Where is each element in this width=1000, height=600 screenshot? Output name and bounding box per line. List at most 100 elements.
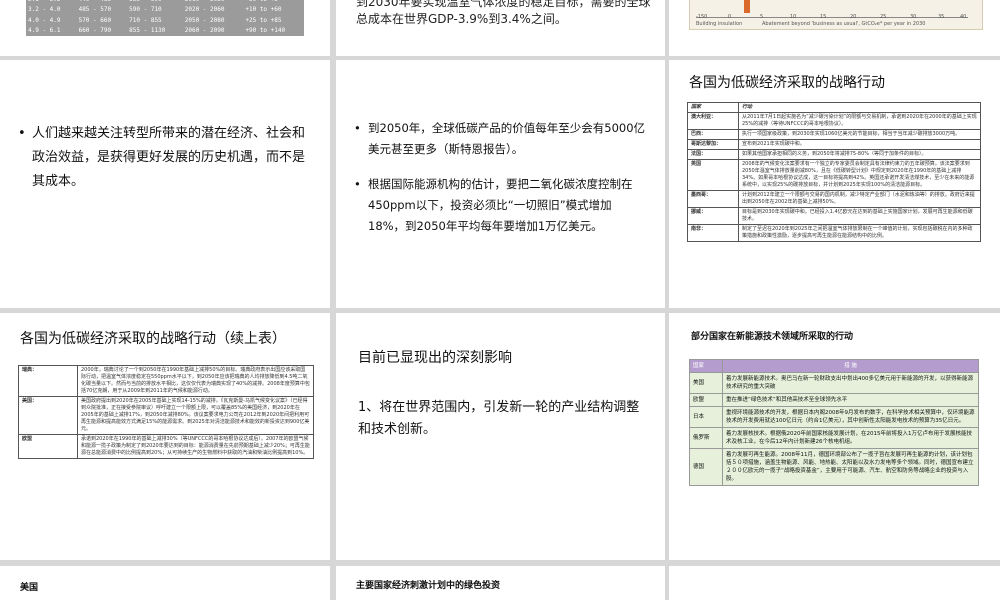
tick-label: 5 [760, 14, 764, 20]
slide-title: 目前已显现出的深刻影响 [358, 350, 512, 366]
tick-label: -150 [696, 14, 708, 20]
table-row: 巴西： 执行一项国家级政策，到2030年实现1060亿美元的节能目标，相当于当年减… [687, 129, 981, 140]
tick-label: 35 [938, 14, 945, 20]
table-row: 挪威： 目标是到2030年实现碳中和。已经投入1.4亿欧元在达到的基础上实施国家计… [687, 207, 981, 225]
country-cell: 哥斯达黎加： [687, 139, 739, 150]
country-cell: 南非： [687, 224, 739, 242]
action-cell: 2000年，瑞典讨论了一个到2050年在1990年基础上减排50%的目标。瑞典政… [77, 365, 314, 397]
measure-cell: 着力发展可再生能源。2008年11月，德国环境部公布了一揽子旨在发展可再生能源的… [722, 448, 979, 486]
table-cell: 2060 - 2090 [184, 27, 225, 35]
header-country: 国家 [687, 102, 739, 113]
country-cell: 美国 [689, 372, 723, 394]
bar-label: Building insulation [696, 21, 743, 27]
measure-cell: 着力发展新能源技术。奥巴马在新一轮财政支出中划出400多亿美元用于新能源的开发，… [722, 372, 979, 394]
slide-title: 部分国家在新能源技术领域所采取的行动 [691, 332, 854, 342]
table-cell: 710 - 855 [129, 16, 162, 24]
country-cell: 墨西哥： [687, 190, 739, 208]
table-cell: +90 to +140 [245, 27, 286, 35]
measure-cell: 重视环境能源技术的开发，根据日本内阁2008年9月发布的数字，在科学技术相关预算… [722, 406, 979, 428]
action-cell: 宣布到2021年实现碳中和。 [738, 139, 981, 150]
header-country: 国家 [689, 359, 723, 373]
emissions-scenario-table: 2.8 - 3.2440 - 485535 - 5902010 - 2030-3… [26, 0, 304, 36]
action-cell: 如果其他国家承担相同的义务，到2050年将减排75-80%（等同于加条件的目标）… [738, 149, 981, 160]
country-cell: 巴西： [687, 129, 739, 140]
tick-label: 25 [880, 14, 887, 20]
table-row: 英国 2008年的气候变化法案要求有一个独立的专家委员会制定具有法律约束力的五年碳… [687, 159, 981, 191]
chart-bar [744, 0, 750, 13]
table-row: 美国： 美国政府提出到2020年在2005年基础上实现14-15%的减排。《瓦克斯… [18, 396, 314, 435]
bullet-list: • 到2050年，全球低碳产品的价值每年至少会有5000亿美元甚至更多（斯特恩报告… [354, 118, 646, 251]
table-row: 欧盟 重在推进“绿色技术”和其他高技术至全球领先水平 [689, 393, 979, 407]
slide-thumbnail-9[interactable]: 部分国家在新能源技术领域所采取的行动 国家 措 施 美国 着力发展新能源技术。奥巴… [669, 313, 1000, 560]
slide-thumbnail-11[interactable]: 主要国家经济刺激计划中的绿色投资 [336, 566, 665, 600]
table-cell: 855 - 1130 [129, 27, 166, 35]
tick-label: 10 [790, 14, 797, 20]
bullet-item: • 根据国际能源机构的估计，要把二氧化碳浓度控制在450ppm以下，投资必须比“一… [354, 177, 633, 233]
measure-cell: 着力发展核技术。根据俄2020年前国家核能发展计划，在2015年前将投入1万亿卢… [722, 427, 979, 449]
country-cell: 英国 [687, 159, 739, 191]
table-row: 法国： 如果其他国家承担相同的义务，到2050年将减排75-80%（等同于加条件的… [687, 149, 981, 160]
slide-thumbnail-10[interactable]: 美国 [0, 566, 330, 600]
table-cell: 4.9 - 6.1 [28, 27, 61, 35]
action-cell: 计划到2012年建立一个限额与交易的国内机制，减少特定产业部门（水泥和炼油等）的… [738, 190, 981, 208]
table-cell: +25 to +85 [245, 16, 282, 24]
abatement-cost-chart: -150 0 5 10 15 20 25 30 35 40 Building i… [689, 0, 983, 30]
table-row: 美国 着力发展新能源技术。奥巴马在新一轮财政支出中划出400多亿美元用于新能源的开… [689, 372, 979, 394]
cost-text: 到2030年要实现温室气体浓度的稳定目标，需要的全球总成本在世界GDP-3.9%… [356, 0, 651, 26]
tick-label: 40 [960, 14, 967, 20]
slide-thumbnail-12[interactable] [669, 566, 1000, 600]
table-row: 俄罗斯 着力发展核技术。根据俄2020年前国家核能发展计划，在2015年前将投入1… [689, 427, 979, 449]
country-cell: 美国： [18, 396, 78, 435]
country-actions-table-continued: 瑞典： 2000年，瑞典讨论了一个到2050年在1990年基础上减排50%的目标。… [18, 365, 314, 459]
action-cell: 从2011年7月1日起实施名为“减少碳污染计划”的限额与交易机制，承诺到2020… [738, 112, 981, 130]
slide-title: 美国 [20, 583, 39, 593]
table-row: 欧盟 承诺到2020年在1990年的基础上减排30%（等UNFCCC的哥本哈根协议… [18, 434, 314, 459]
slide-thumbnail-6[interactable]: 各国为低碳经济采取的战略行动 国家 行动 澳大利亚： 从2011年7月1日起实施名… [669, 60, 1000, 308]
header-action: 行动 [738, 102, 981, 113]
slide-title: 各国为低碳经济采取的战略行动 [689, 75, 885, 91]
country-cell: 挪威： [687, 207, 739, 225]
country-cell: 瑞典： [18, 365, 78, 397]
axis-caption: Abatement beyond 'business as usual', Gt… [762, 21, 926, 27]
table-row: 3.2 - 4.0 485 - 570 590 - 710 2020 - 2060 +1… [26, 5, 304, 16]
table-cell: 485 - 570 [78, 6, 112, 14]
slide-title: 各国为低碳经济采取的战略行动（续上表） [20, 331, 286, 347]
bullet-list: • 人们越来越关注转型所带来的潜在经济、社会和政治效益，是获得更好发展的历史机遇，… [18, 122, 308, 208]
slide-thumbnail-4[interactable]: • 人们越来越关注转型所带来的潜在经济、社会和政治效益，是获得更好发展的历史机遇，… [0, 60, 330, 308]
action-cell: 美国政府提出到2020年在2005年基础上实现14-15%的减排。《瓦克斯曼-马… [77, 396, 314, 435]
slide-thumbnail-3[interactable]: -150 0 5 10 15 20 25 30 35 40 Building i… [669, 0, 1000, 56]
table-row: 哥斯达黎加： 宣布到2021年实现碳中和。 [687, 139, 981, 150]
impact-point: 1、将在世界范围内，引发新一轮的产业结构调整和技术创新。 [358, 400, 640, 437]
slide-thumbnail-8[interactable]: 目前已显现出的深刻影响 1、将在世界范围内，引发新一轮的产业结构调整和技术创新。 [336, 313, 665, 560]
measure-cell: 重在推进“绿色技术”和其他高技术至全球领先水平 [722, 393, 979, 407]
action-cell: 执行一项国家级政策，到2030年实现1060亿美元的节能目标，相当于当年减少碳排… [738, 129, 981, 140]
table-cell: 2050 - 2080 [184, 16, 225, 24]
country-cell: 日本 [689, 406, 723, 428]
slide-thumbnail-2[interactable]: 到2030年要实现温室气体浓度的稳定目标，需要的全球总成本在世界GDP-3.9%… [336, 0, 665, 56]
action-cell: 目标是到2030年实现碳中和。已经投入1.4亿欧元在达到的基础上实施国家计划，发… [738, 207, 981, 225]
tick-label: 15 [820, 14, 827, 20]
slide-thumbnail-5[interactable]: • 到2050年，全球低碳产品的价值每年至少会有5000亿美元甚至更多（斯特恩报告… [336, 60, 665, 308]
table-cell: 3.2 - 4.0 [28, 6, 61, 14]
country-cell: 法国： [687, 149, 739, 160]
country-cell: 俄罗斯 [689, 427, 723, 449]
table-row: 4.9 - 6.1 660 - 790 855 - 1130 2060 - 2090 +… [26, 26, 304, 37]
table-row: 墨西哥： 计划到2012年建立一个限额与交易的国内机制，减少特定产业部门（水泥和炼… [687, 190, 981, 208]
tick-label: 20 [850, 14, 857, 20]
table-row: 南非： 制定了至迟在2020年到2025年之间把温室气体排放限制在一个峰值的计划，… [687, 224, 981, 242]
slide-thumbnail-7[interactable]: 各国为低碳经济采取的战略行动（续上表） 瑞典： 2000年，瑞典讨论了一个到205… [0, 313, 330, 560]
action-cell: 承诺到2020年在1990年的基础上减排30%（等UNFCCC的哥本哈根协议达成… [77, 434, 314, 459]
country-actions-table: 国家 行动 澳大利亚： 从2011年7月1日起实施名为“减少碳污染计划”的限额与交… [687, 102, 981, 242]
table-cell: 570 - 660 [78, 16, 112, 24]
action-cell: 制定了至迟在2020年到2025年之间把温室气体排放限制在一个峰值的计划，实现包… [738, 224, 981, 242]
table-cell: 590 - 710 [129, 6, 162, 14]
new-energy-table: 国家 措 施 美国 着力发展新能源技术。奥巴马在新一轮财政支出中划出400多亿美元… [689, 359, 979, 486]
table-cell: 4.0 - 4.9 [28, 16, 61, 24]
slide-thumbnail-1[interactable]: 2.8 - 3.2440 - 485535 - 5902010 - 2030-3… [0, 0, 330, 56]
country-cell: 德国 [689, 448, 723, 486]
table-cell: 2020 - 2060 [184, 6, 225, 14]
tick-label: 30 [910, 14, 917, 20]
table-cell: +10 to +60 [245, 6, 282, 14]
table-row: 德国 着力发展可再生能源。2008年11月，德国环境部公布了一揽子旨在发展可再生能… [689, 448, 979, 486]
tick-label: 0 [728, 14, 732, 20]
